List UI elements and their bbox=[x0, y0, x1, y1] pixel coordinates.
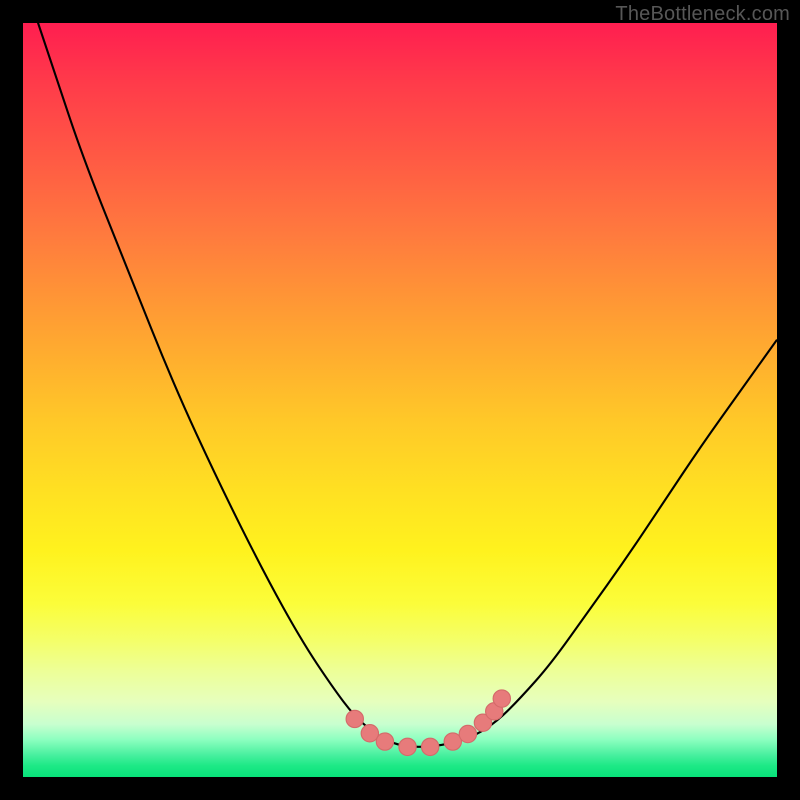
plot-area bbox=[23, 23, 777, 777]
marker-group bbox=[346, 690, 510, 756]
highlight-marker bbox=[361, 725, 378, 742]
highlight-marker bbox=[493, 690, 510, 707]
highlight-marker bbox=[399, 738, 416, 755]
highlight-marker bbox=[421, 738, 438, 755]
highlight-marker bbox=[346, 710, 363, 727]
highlight-marker bbox=[459, 725, 476, 742]
watermark-text: TheBottleneck.com bbox=[615, 3, 790, 26]
curve-group bbox=[23, 23, 777, 747]
bottleneck-curve bbox=[23, 23, 777, 747]
chart-svg bbox=[23, 23, 777, 777]
chart-frame: TheBottleneck.com bbox=[0, 0, 800, 800]
highlight-marker bbox=[376, 733, 393, 750]
